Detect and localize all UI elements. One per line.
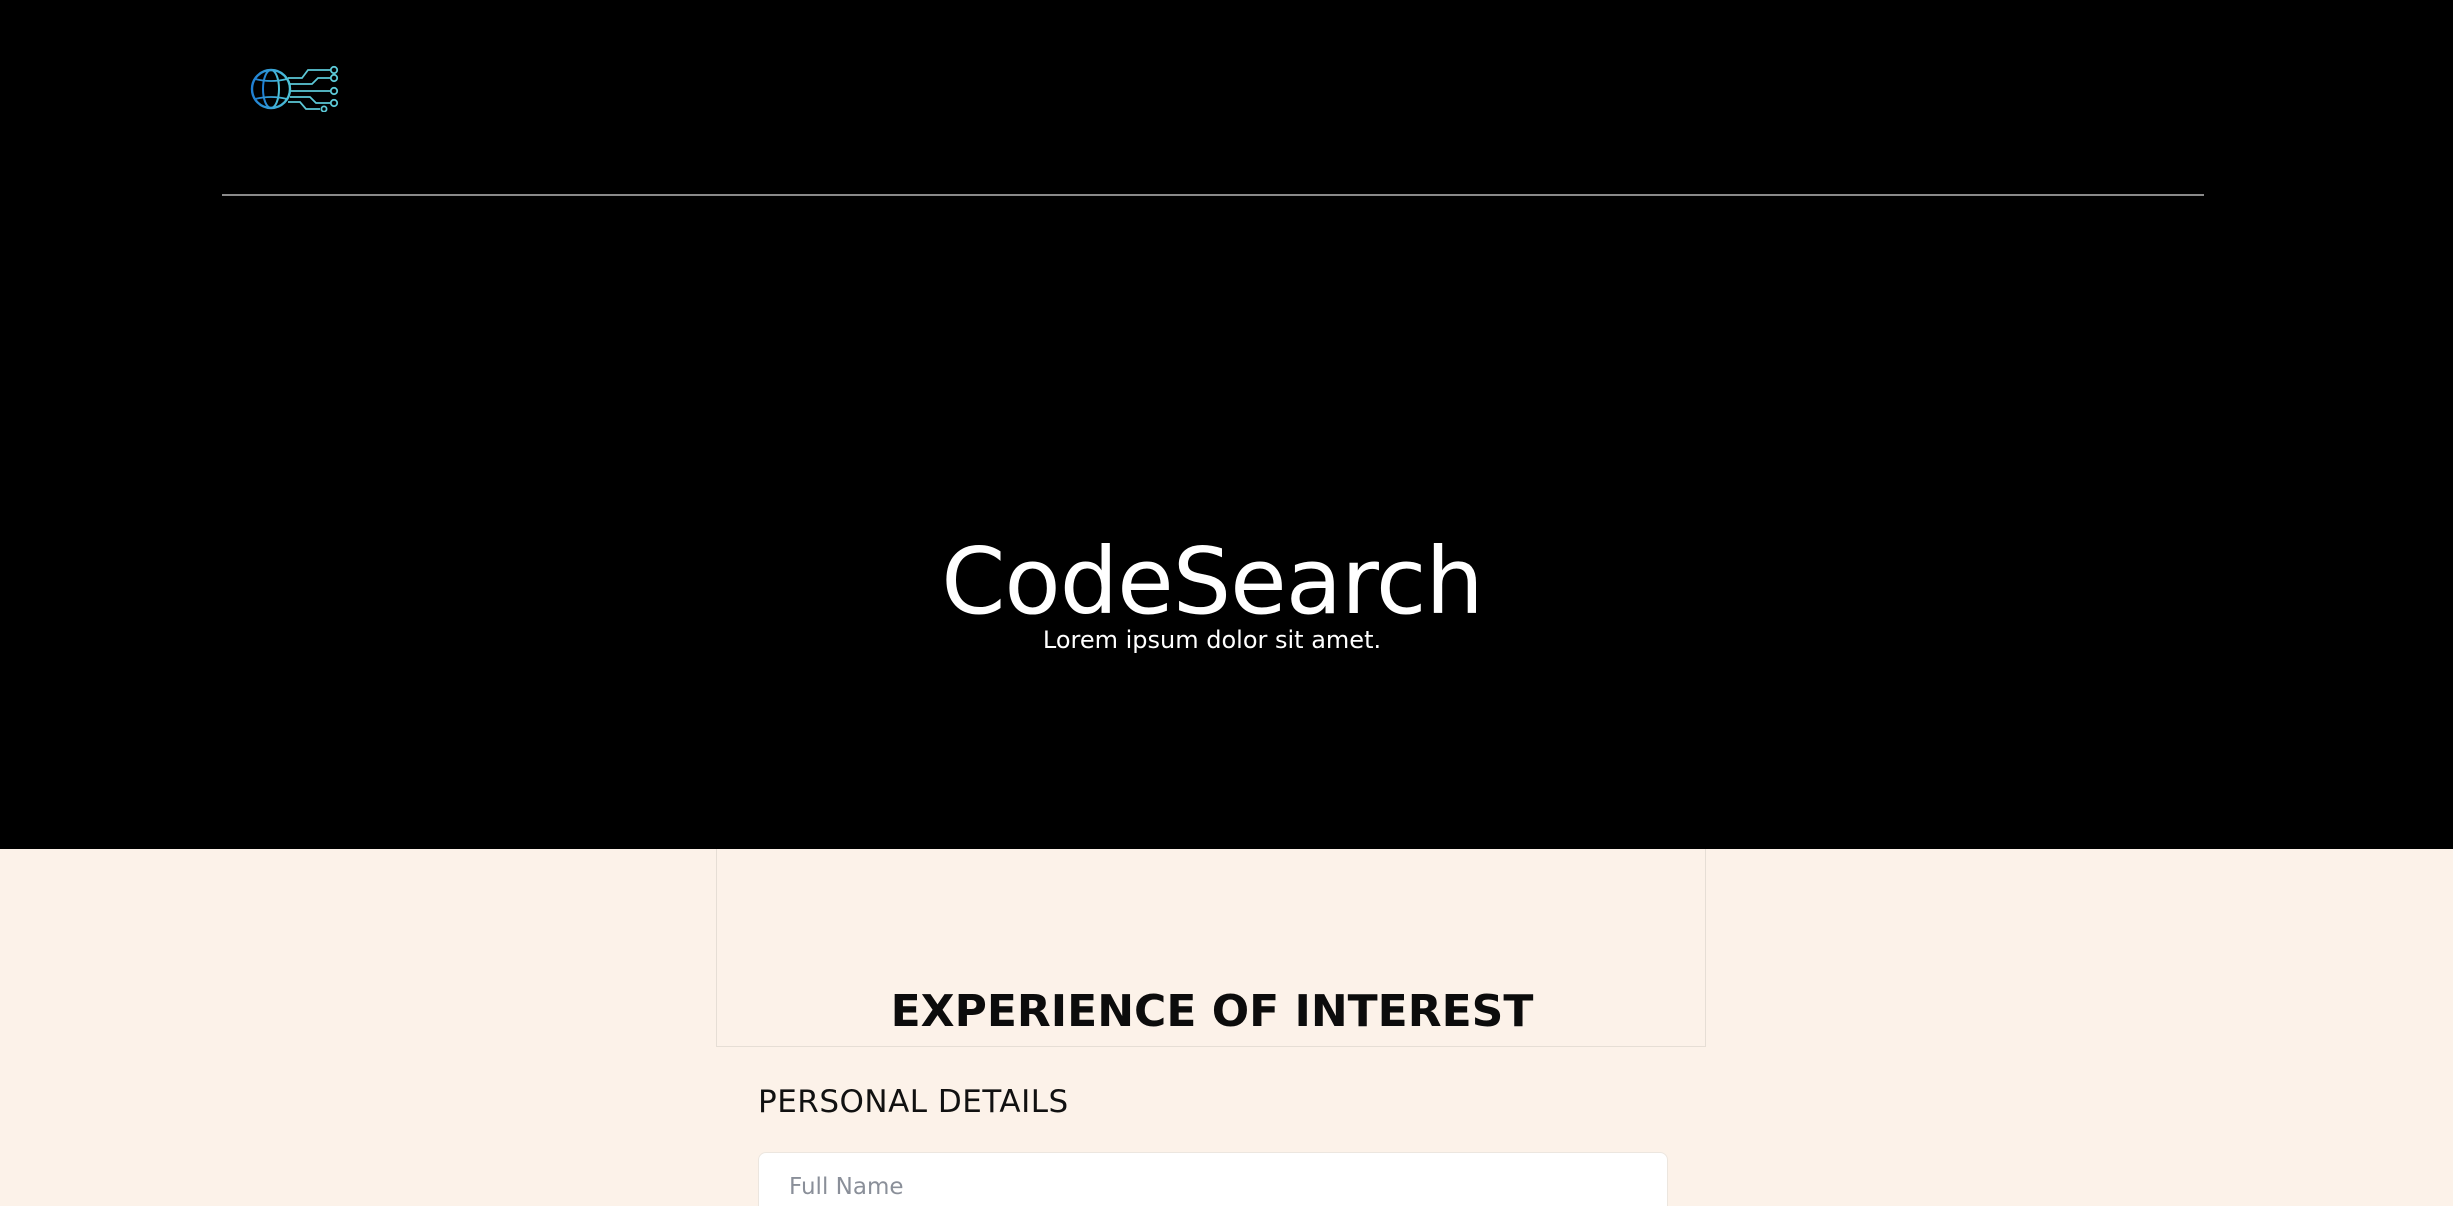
hero-subtitle: Lorem ipsum dolor sit amet. — [1042, 626, 1382, 654]
section-title: EXPERIENCE OF INTEREST — [890, 986, 1534, 1037]
header-divider — [222, 194, 2204, 196]
hero-section: CodeSearch Lorem ipsum dolor sit amet. — [0, 0, 2453, 849]
globe-circuit-icon[interactable] — [250, 64, 342, 113]
personal-details-heading: PERSONAL DETAILS — [758, 1084, 1069, 1120]
full-name-input[interactable] — [758, 1152, 1668, 1206]
